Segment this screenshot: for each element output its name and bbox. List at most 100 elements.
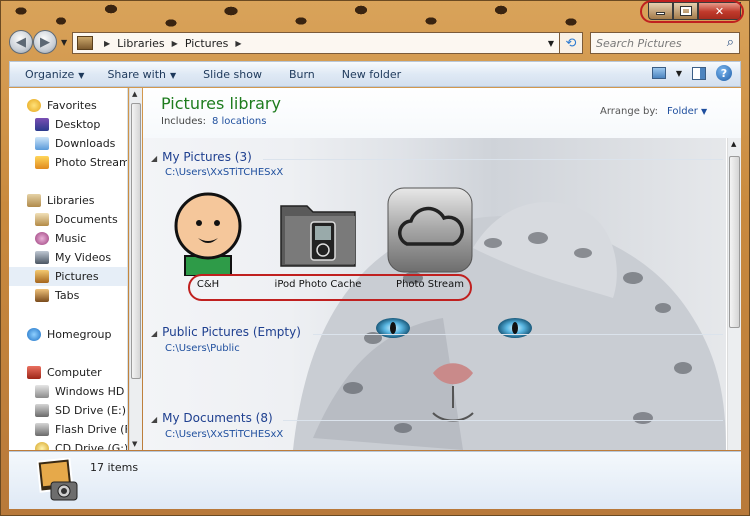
- nav-item-label: Downloads: [55, 137, 116, 150]
- organize-menu[interactable]: Organize ▼: [10, 68, 93, 81]
- nav-homegroup[interactable]: Homegroup: [27, 325, 127, 344]
- nav-item-documents[interactable]: Documents: [35, 210, 127, 229]
- search-input[interactable]: Search Pictures ⌕: [590, 32, 740, 54]
- music-icon: [35, 232, 49, 245]
- nav-favorites[interactable]: Favorites: [27, 96, 127, 115]
- nav-item-photo-stream[interactable]: Photo Stream: [35, 153, 127, 172]
- search-icon[interactable]: ⌕: [727, 35, 734, 50]
- nav-libraries-label: Libraries: [47, 194, 95, 207]
- chevron-down-icon: ▼: [701, 107, 708, 116]
- section-path[interactable]: C:\Users\XxSTiTCHESxX: [165, 429, 283, 440]
- cyanide-happiness-thumbnail: [174, 192, 242, 277]
- libraries-icon: [27, 194, 41, 207]
- back-button[interactable]: ◀: [9, 30, 33, 54]
- nav-computer[interactable]: Computer: [27, 363, 127, 382]
- nav-item-desktop[interactable]: Desktop: [35, 115, 127, 134]
- breadcrumb-pictures[interactable]: Pictures: [185, 37, 229, 50]
- nav-item-label: Windows HD (C: [55, 385, 127, 398]
- library-icon: [77, 36, 93, 50]
- homegroup-icon: [27, 328, 41, 341]
- help-icon[interactable]: ?: [716, 65, 732, 81]
- highlight-ring-caption: [640, 0, 744, 23]
- burn-button[interactable]: Burn: [271, 68, 324, 81]
- collapse-icon[interactable]: ◢: [151, 154, 157, 163]
- section-divider: [263, 159, 723, 160]
- refresh-icon: ⟲: [565, 35, 577, 51]
- section-my-documents[interactable]: ◢ My Documents (8): [151, 411, 273, 425]
- content-scrollbar[interactable]: ▲: [727, 138, 741, 450]
- cd-drive-icon: [35, 442, 49, 450]
- content-pane: Pictures library Includes: 8 locations Ar…: [143, 88, 741, 450]
- usb-drive-icon: [35, 423, 49, 436]
- new-folder-button[interactable]: New folder: [324, 68, 410, 81]
- section-path[interactable]: C:\Users\XxSTiTCHESxX: [165, 167, 283, 178]
- scroll-up-icon[interactable]: ▲: [132, 90, 137, 98]
- section-title: My Documents (8): [162, 411, 273, 425]
- breadcrumb-separator-icon[interactable]: ▶: [235, 39, 241, 48]
- breadcrumb-libraries[interactable]: Libraries: [117, 37, 165, 50]
- refresh-button[interactable]: ⟲: [560, 32, 583, 54]
- forward-button[interactable]: ▶: [33, 30, 57, 54]
- nav-libraries[interactable]: Libraries: [27, 191, 127, 210]
- chevron-down-icon: ▼: [170, 70, 177, 80]
- nav-item-label: SD Drive (E:): [55, 404, 127, 417]
- address-dropdown-icon[interactable]: ▼: [548, 39, 554, 48]
- navigation-pane-scrollbar[interactable]: ▲ ▼: [129, 88, 142, 450]
- forward-arrow-icon: ▶: [40, 34, 50, 50]
- nav-favorites-label: Favorites: [47, 99, 97, 112]
- breadcrumb-separator-icon[interactable]: ▶: [172, 39, 178, 48]
- navigation-pane: Favorites Desktop Downloads Photo Stream…: [9, 88, 128, 450]
- slide-show-label: Slide show: [203, 67, 262, 81]
- sd-card-icon: [35, 404, 49, 417]
- change-view-icon[interactable]: [651, 67, 666, 79]
- scroll-down-icon[interactable]: ▼: [132, 440, 137, 448]
- scrollbar-thumb[interactable]: [131, 103, 141, 379]
- nav-item-sd-drive[interactable]: SD Drive (E:): [35, 401, 127, 420]
- explorer-window: ✕ ◀ ▶ ▼ ▶ Libraries ▶ Pictures ▶ ▼ ⟲ Sea…: [0, 0, 750, 516]
- nav-item-label: My Videos: [55, 251, 112, 264]
- share-with-menu[interactable]: Share with ▼: [93, 68, 185, 81]
- nav-item-downloads[interactable]: Downloads: [35, 134, 127, 153]
- nav-item-music[interactable]: Music: [35, 229, 127, 248]
- library-header: Pictures library Includes: 8 locations Ar…: [143, 88, 741, 138]
- nav-item-tabs[interactable]: Tabs: [35, 286, 127, 305]
- nav-buttons: ◀ ▶ ▼: [9, 30, 67, 54]
- nav-item-cd-drive[interactable]: CD Drive (G:): [35, 439, 127, 450]
- address-bar[interactable]: ▶ Libraries ▶ Pictures ▶ ▼: [72, 32, 560, 54]
- locations-link[interactable]: 8 locations: [212, 116, 266, 127]
- section-public-pictures[interactable]: ◢ Public Pictures (Empty): [151, 325, 301, 339]
- preview-pane-icon[interactable]: [692, 66, 706, 80]
- command-bar-right: ▼ ?: [651, 65, 732, 81]
- section-path[interactable]: C:\Users\Public: [165, 343, 240, 354]
- slide-show-button[interactable]: Slide show: [185, 68, 271, 81]
- nav-item-my-videos[interactable]: My Videos: [35, 248, 127, 267]
- nav-item-flash-drive[interactable]: Flash Drive (F:): [35, 420, 127, 439]
- burn-label: Burn: [288, 67, 315, 81]
- collapse-icon[interactable]: ◢: [151, 415, 157, 424]
- photo-stream-icon: [35, 156, 49, 169]
- recent-pages-dropdown[interactable]: ▼: [61, 38, 67, 47]
- highlight-ring-tiles: [188, 274, 472, 301]
- arrange-by: Arrange by: Folder ▼: [600, 106, 707, 117]
- arrange-by-dropdown[interactable]: Folder ▼: [667, 106, 707, 117]
- collapse-icon[interactable]: ◢: [151, 329, 157, 338]
- videos-icon: [35, 251, 49, 264]
- chevron-down-icon: ▼: [78, 70, 85, 80]
- arrange-by-label: Arrange by:: [600, 106, 658, 117]
- nav-item-pictures[interactable]: Pictures: [9, 267, 127, 286]
- nav-item-label: Tabs: [55, 289, 80, 302]
- view-options-chevron-icon[interactable]: ▼: [676, 69, 682, 78]
- nav-item-windows-hd[interactable]: Windows HD (C: [35, 382, 127, 401]
- nav-item-label: Desktop: [55, 118, 101, 131]
- library-title: Pictures library: [161, 94, 281, 113]
- nav-item-label: Music: [55, 232, 87, 245]
- scroll-up-icon[interactable]: ▲: [731, 140, 736, 148]
- breadcrumb-separator-icon[interactable]: ▶: [104, 39, 110, 48]
- section-my-pictures[interactable]: ◢ My Pictures (3): [151, 150, 252, 164]
- search-placeholder: Search Pictures: [596, 36, 682, 50]
- command-bar: Organize ▼ Share with ▼ Slide show Burn Ne…: [9, 61, 741, 87]
- scrollbar-thumb[interactable]: [729, 156, 740, 328]
- computer-icon: [27, 366, 41, 379]
- nav-item-label: Flash Drive (F:): [55, 423, 127, 436]
- pictures-library-icon: [37, 458, 78, 501]
